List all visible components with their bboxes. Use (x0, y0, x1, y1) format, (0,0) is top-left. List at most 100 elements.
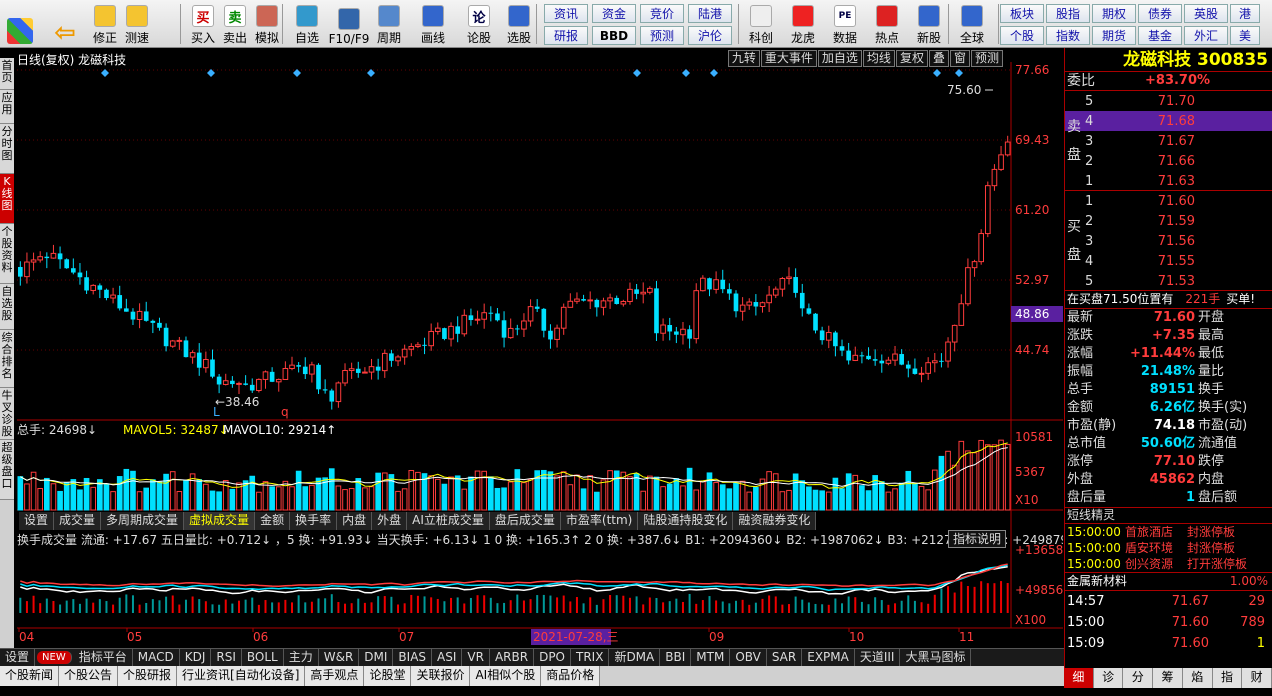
order-book-row[interactable]: 2 71.59 (1065, 211, 1272, 231)
bottom-indicator-tab[interactable]: 指标平台 (74, 649, 133, 666)
bottom-indicator-tab[interactable]: 设置 (0, 649, 36, 666)
news-tab[interactable]: AI相似个股 (470, 666, 542, 686)
sector-row[interactable]: 金属新材料 1.00% (1065, 572, 1272, 590)
indicator-tab[interactable]: 内盘 (337, 512, 373, 530)
科创-button[interactable]: 科创 (744, 2, 778, 46)
bottom-indicator-tab[interactable]: BIAS (393, 649, 433, 666)
market-button[interactable]: 港 (1230, 4, 1260, 23)
bottom-indicator-tab[interactable]: MTM (691, 649, 731, 666)
market-button[interactable]: 个股 (1000, 26, 1044, 45)
bottom-indicator-tab[interactable]: 天道III (855, 649, 901, 666)
龙虎-button[interactable]: 龙虎 (786, 2, 820, 46)
market-button[interactable]: 外汇 (1184, 26, 1228, 45)
选股-button[interactable]: 选股 (502, 2, 536, 46)
news-tab[interactable]: 论股堂 (364, 666, 412, 686)
bottom-indicator-tab[interactable]: DMI (359, 649, 394, 666)
quote-panel-tab[interactable]: 分 (1123, 668, 1154, 688)
market-button[interactable]: 英股 (1184, 4, 1228, 23)
热点-button[interactable]: 热点 (870, 2, 904, 46)
left-tab-6[interactable]: 综合排名 (0, 330, 14, 388)
bottom-indicator-tab[interactable]: TRIX (571, 649, 610, 666)
quote-panel-tab[interactable]: 指 (1212, 668, 1243, 688)
bottom-indicator-tab[interactable]: VR (462, 649, 490, 666)
indicator-tab[interactable]: AI立桩成交量 (407, 512, 490, 530)
news-tab[interactable]: 行业资讯[自动化设备] (177, 666, 306, 686)
新股-button[interactable]: 新股 (912, 2, 946, 46)
news-tab[interactable]: 个股公告 (59, 666, 119, 686)
bottom-indicator-tab[interactable]: MACD (133, 649, 180, 666)
left-tab-1[interactable]: 应用 (0, 90, 14, 124)
order-book-row[interactable]: 5 71.53 (1065, 271, 1272, 291)
news-tab[interactable]: 关联报价 (411, 666, 471, 686)
bottom-indicator-tab[interactable]: ASI (432, 649, 463, 666)
bottom-quick-button[interactable]: BBD (592, 26, 636, 45)
top-quick-button[interactable]: 陆港 (688, 4, 732, 23)
order-book-row[interactable]: 4 71.68 (1065, 111, 1272, 131)
bottom-indicator-tab[interactable]: OBV (730, 649, 767, 666)
market-button[interactable]: 基金 (1138, 26, 1182, 45)
bottom-indicator-tab[interactable]: KDJ (180, 649, 212, 666)
bottom-indicator-tab[interactable]: ARBR (490, 649, 535, 666)
bottom-indicator-tab[interactable]: EXPMA (802, 649, 855, 666)
bottom-indicator-tab[interactable]: 大黑马图标 (900, 649, 972, 666)
market-button[interactable]: 期货 (1092, 26, 1136, 45)
news-tab[interactable]: 高手观点 (305, 666, 365, 686)
left-tab-5[interactable]: 自选股 (0, 284, 14, 330)
quote-panel-tab[interactable]: 筹 (1153, 668, 1183, 688)
order-book-row[interactable]: 3 71.67 (1065, 131, 1272, 151)
quote-panel-tab[interactable]: 焰 (1182, 668, 1213, 688)
bottom-quick-button[interactable]: 预测 (640, 26, 684, 45)
market-button[interactable]: 指数 (1046, 26, 1090, 45)
quote-panel-tab[interactable]: 细 (1064, 668, 1094, 688)
left-tab-3[interactable]: K线图 (0, 174, 14, 224)
indicator-tab[interactable]: 多周期成交量 (101, 512, 185, 530)
indicator-tab[interactable]: 成交量 (54, 512, 102, 530)
order-book-row[interactable]: 4 71.55 (1065, 251, 1272, 271)
left-tab-7[interactable]: 牛叉诊股 (0, 388, 14, 440)
sprite-title[interactable]: 短线精灵 (1065, 507, 1272, 523)
bottom-indicator-tab[interactable]: DPO (534, 649, 571, 666)
修正-button[interactable]: 修正 (88, 2, 122, 46)
bottom-indicator-tab[interactable]: 新DMA (609, 649, 661, 666)
F10/F9-button[interactable]: F10/F9 (329, 2, 369, 46)
模拟-button[interactable]: 模拟 (250, 2, 284, 46)
bottom-indicator-tab[interactable]: NEW (37, 651, 72, 664)
bottom-indicator-tab[interactable]: SAR (767, 649, 803, 666)
order-book-row[interactable]: 1 71.63 (1065, 171, 1272, 191)
bottom-quick-button[interactable]: 研报 (544, 26, 588, 45)
indicator-tab[interactable]: 陆股通持股变化 (638, 512, 734, 530)
order-book-row[interactable]: 3 71.56 (1065, 231, 1272, 251)
market-button[interactable]: 美 (1230, 26, 1260, 45)
market-button[interactable]: 板块 (1000, 4, 1044, 23)
bottom-indicator-tab[interactable]: RSI (211, 649, 242, 666)
top-quick-button[interactable]: 竞价 (640, 4, 684, 23)
market-button[interactable]: 期权 (1092, 4, 1136, 23)
home-grid-button[interactable] (4, 2, 36, 46)
indicator-tab[interactable]: 外盘 (372, 512, 408, 530)
indicator-tab[interactable]: 虚拟成交量 (184, 512, 256, 530)
chart-svg[interactable]: 77.66 69.43 61.20 52.97 44.74 48.86 75.60 ←38.4… (15, 48, 1063, 648)
bottom-indicator-tab[interactable]: BOLL (242, 649, 284, 666)
bottom-indicator-tab[interactable]: 主力 (284, 649, 319, 666)
left-tab-4[interactable]: 个股资料 (0, 224, 14, 284)
indicator-tab[interactable]: 换手率 (290, 512, 338, 530)
left-tab-8[interactable]: 超级盘口 (0, 440, 14, 500)
sprite-row[interactable]: 15:00:00 盾安环境 封涨停板 (1065, 540, 1272, 556)
bottom-indicator-tab[interactable]: BBI (660, 649, 692, 666)
bottom-indicator-tab[interactable]: W&R (319, 649, 360, 666)
买入-button[interactable]: 买买入 (186, 2, 220, 46)
sprite-row[interactable]: 15:00:00 创兴资源 打开涨停板 (1065, 556, 1272, 572)
bottom-quick-button[interactable]: 沪伦 (688, 26, 732, 45)
kline-chart-area[interactable]: 日线(复权) 龙磁科技 九转 重大事件 加自选 均线 复权叠窗预测 77.66 69.43… (15, 48, 1063, 648)
top-quick-button[interactable]: 资金 (592, 4, 636, 23)
indicator-tab[interactable]: 市盈率(ttm) (561, 512, 639, 530)
order-book-row[interactable]: 5 71.70 (1065, 91, 1272, 111)
自选-button[interactable]: 自选 (290, 2, 324, 46)
quote-panel-tab[interactable]: 财 (1242, 668, 1272, 688)
left-tab-2[interactable]: 分时图 (0, 124, 14, 174)
indicator-tab[interactable]: 融资融券变化 (733, 512, 817, 530)
全球-button[interactable]: 全球 (955, 2, 989, 46)
indicator-tab[interactable]: 设置 (19, 512, 55, 530)
画线-button[interactable]: 画线 (416, 2, 450, 46)
测速-button[interactable]: 测速 (120, 2, 154, 46)
